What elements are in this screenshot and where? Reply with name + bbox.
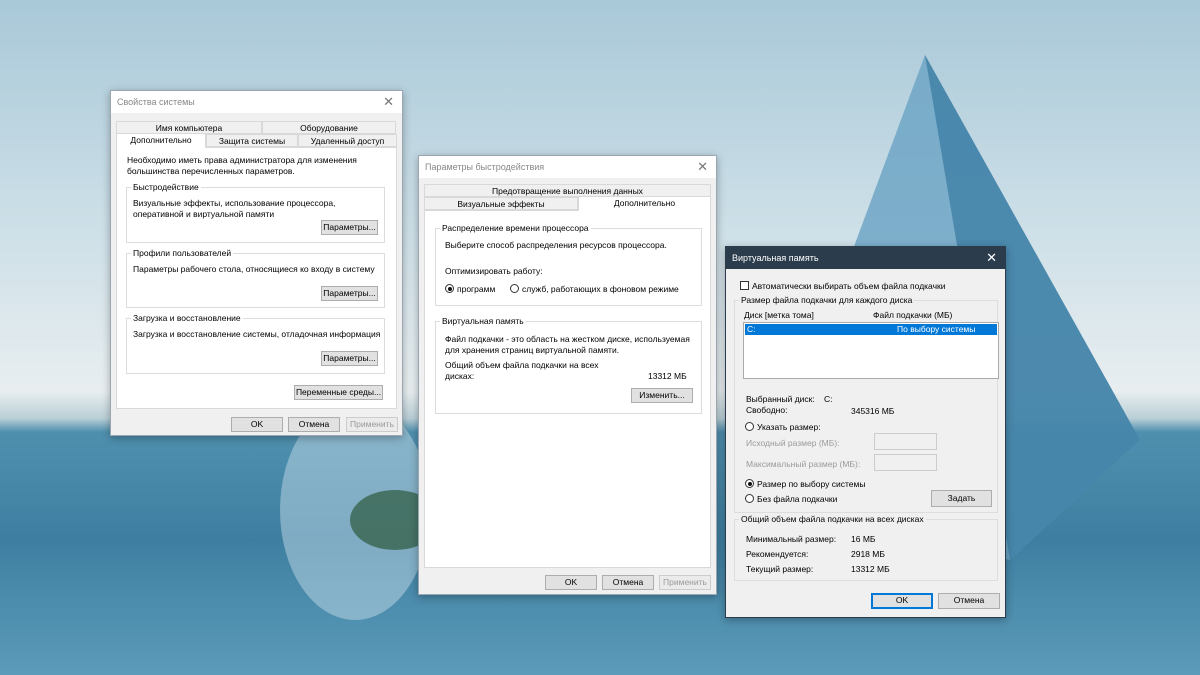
checkbox-icon <box>740 281 749 290</box>
radio-icon <box>510 284 519 293</box>
virtual-memory-group: Виртуальная память Файл подкачки - это о… <box>435 316 702 414</box>
radio-icon <box>745 494 754 503</box>
current-size-value: 13312 МБ <box>851 564 890 574</box>
radio-no-paging-file[interactable]: Без файла подкачки <box>745 494 837 504</box>
current-size-label: Текущий размер: <box>746 564 814 574</box>
virtual-memory-dialog: Виртуальная память ✕ Автоматически выбира… <box>725 246 1006 618</box>
radio-label: Размер по выбору системы <box>757 479 866 489</box>
free-space-value: 345316 МБ <box>851 406 895 416</box>
tab-remote[interactable]: Удаленный доступ <box>298 134 397 147</box>
tab-advanced[interactable]: Дополнительно <box>578 196 711 211</box>
radio-label: Указать размер: <box>757 422 821 432</box>
checkbox-label: Автоматически выбирать объем файла подка… <box>752 281 946 291</box>
cancel-button[interactable]: Отмена <box>602 575 654 590</box>
radio-selected-icon <box>745 479 754 488</box>
auto-manage-checkbox[interactable]: Автоматически выбирать объем файла подка… <box>740 281 946 291</box>
column-paging-file: Файл подкачки (МБ) <box>873 310 953 320</box>
max-size-label: Максимальный размер (МБ): <box>746 459 861 469</box>
close-icon[interactable]: ✕ <box>383 94 394 110</box>
column-disk: Диск [метка тома] <box>744 310 814 320</box>
apply-button[interactable]: Применить <box>659 575 711 590</box>
disk-list[interactable]: C: По выбору системы <box>743 322 999 379</box>
set-button[interactable]: Задать <box>931 490 992 507</box>
disk-row[interactable]: C: По выбору системы <box>745 324 997 335</box>
dialog-title: Свойства системы <box>117 97 195 107</box>
min-size-label: Минимальный размер: <box>746 534 837 544</box>
apply-button[interactable]: Применить <box>346 417 398 432</box>
radio-icon <box>745 422 754 431</box>
vm-total-label-1: Общий объем файла подкачки на всех <box>445 360 599 370</box>
radio-selected-icon <box>445 284 454 293</box>
min-size-value: 16 МБ <box>851 534 876 544</box>
group-label: Размер файла подкачки для каждого диска <box>739 295 915 305</box>
selected-disk-label: Выбранный диск: <box>746 394 815 404</box>
radio-custom-size[interactable]: Указать размер: <box>745 422 821 432</box>
change-button[interactable]: Изменить... <box>631 388 693 403</box>
close-icon[interactable]: ✕ <box>697 159 708 175</box>
cpu-desc: Выберите способ распределения ресурсов п… <box>445 240 667 250</box>
tab-visual-effects[interactable]: Визуальные эффекты <box>424 197 578 210</box>
group-label: Профили пользователей <box>131 248 234 258</box>
ok-button[interactable]: OK <box>545 575 597 590</box>
dialog-title: Параметры быстродействия <box>425 162 545 172</box>
initial-size-input[interactable] <box>874 433 937 450</box>
cpu-scheduling-group: Распределение времени процессора Выберит… <box>435 223 702 306</box>
vm-desc-1: Файл подкачки - это область на жестком д… <box>445 334 690 344</box>
admin-note: Необходимо иметь права администратора дл… <box>127 155 357 176</box>
dialog-title: Виртуальная память <box>732 253 819 263</box>
group-label: Общий объем файла подкачки на всех диска… <box>739 514 926 524</box>
performance-group: Быстродействие Визуальные эффекты, испол… <box>126 182 385 243</box>
total-paging-group: Общий объем файла подкачки на всех диска… <box>734 514 998 581</box>
system-properties-dialog: Свойства системы ✕ Имя компьютера Оборудо… <box>110 90 403 436</box>
vm-total-value: 13312 МБ <box>648 371 687 381</box>
cancel-button[interactable]: Отмена <box>938 593 1000 609</box>
initial-size-label: Исходный размер (МБ): <box>746 438 840 448</box>
group-label: Распределение времени процессора <box>440 223 591 233</box>
group-label: Быстродействие <box>131 182 201 192</box>
startup-settings-button[interactable]: Параметры... <box>321 351 378 366</box>
radio-system-managed[interactable]: Размер по выбору системы <box>745 479 865 489</box>
title-bar: Виртуальная память ✕ <box>726 247 1005 269</box>
radio-label: служб, работающих в фоновом режиме <box>522 284 679 294</box>
group-label: Виртуальная память <box>440 316 526 326</box>
vm-total-label-2: дисках: <box>445 371 475 381</box>
environment-variables-button[interactable]: Переменные среды... <box>294 385 383 400</box>
vm-desc-2: для хранения страниц виртуальной памяти. <box>445 345 620 355</box>
cancel-button[interactable]: Отмена <box>288 417 340 432</box>
radio-label: программ <box>457 284 496 294</box>
tab-system-protection[interactable]: Защита системы <box>206 134 298 147</box>
close-icon[interactable]: ✕ <box>986 250 997 266</box>
ok-button[interactable]: OK <box>231 417 283 432</box>
title-bar: Параметры быстродействия ✕ <box>419 156 716 178</box>
performance-settings-button[interactable]: Параметры... <box>321 220 378 235</box>
profiles-settings-button[interactable]: Параметры... <box>321 286 378 301</box>
optimize-label: Оптимизировать работу: <box>445 266 543 276</box>
radio-programs[interactable]: программ <box>445 284 495 294</box>
ok-button[interactable]: OK <box>871 593 933 609</box>
tab-advanced[interactable]: Дополнительно <box>116 133 206 148</box>
disk-name: C: <box>747 324 756 334</box>
profiles-desc: Параметры рабочего стола, относящиеся ко… <box>133 264 375 274</box>
disk-paging-size: По выбору системы <box>897 324 976 334</box>
radio-label: Без файла подкачки <box>757 494 838 504</box>
max-size-input[interactable] <box>874 454 937 471</box>
per-disk-group: Размер файла подкачки для каждого диска … <box>734 295 999 513</box>
tab-hardware[interactable]: Оборудование <box>262 121 396 134</box>
profiles-group: Профили пользователей Параметры рабочего… <box>126 248 385 308</box>
recommended-value: 2918 МБ <box>851 549 885 559</box>
selected-disk-value: C: <box>824 394 833 404</box>
radio-background-services[interactable]: служб, работающих в фоновом режиме <box>510 284 679 294</box>
startup-group: Загрузка и восстановление Загрузка и вос… <box>126 313 385 374</box>
recommended-label: Рекомендуется: <box>746 549 809 559</box>
title-bar: Свойства системы ✕ <box>111 91 402 113</box>
group-label: Загрузка и восстановление <box>131 313 243 323</box>
performance-options-dialog: Параметры быстродействия ✕ Предотвращение… <box>418 155 717 595</box>
free-space-label: Свободно: <box>746 405 788 415</box>
performance-desc: Визуальные эффекты, использование процес… <box>133 198 336 219</box>
startup-desc: Загрузка и восстановление системы, отлад… <box>133 329 381 339</box>
